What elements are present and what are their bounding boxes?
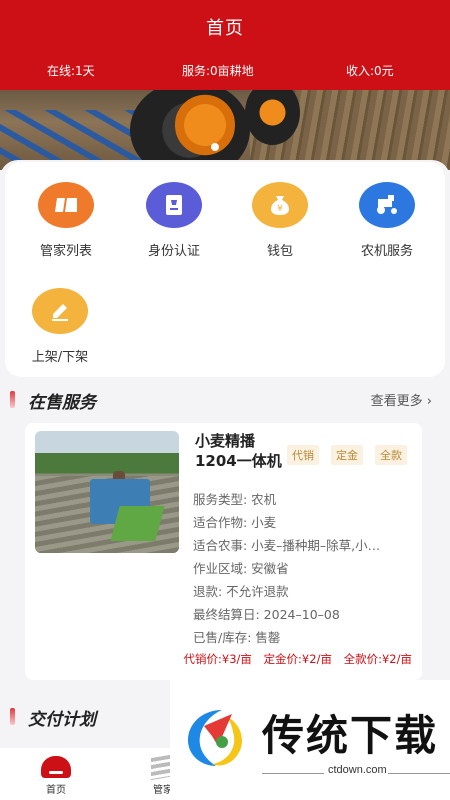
watermark-logo (188, 710, 242, 766)
product-service-type: 服务类型: 农机 (193, 492, 277, 507)
menu-item-identity[interactable]: 身份认证 (129, 182, 219, 259)
section-on-sale: 在售服务 查看更多 › (10, 388, 440, 413)
tag-deposit: 定金 (331, 445, 363, 465)
menu-label: 管家列表 (39, 244, 92, 259)
menu-label: 上架/下架 (31, 350, 89, 365)
price-full: 全款价:¥2/亩 (343, 652, 412, 666)
tractor-icon (359, 182, 415, 228)
section-title: 在售服务 (28, 393, 96, 413)
section-title: 交付计划 (28, 710, 96, 730)
tag-consign: 代销 (287, 445, 319, 465)
section-marker (10, 391, 15, 408)
app-header: 首页 在线:1天 服务:0亩耕地 收入:0元 (0, 0, 450, 92)
price-consign: 代销价:¥3/亩 (183, 652, 252, 666)
menu-item-farm-machine[interactable]: 农机服务 (342, 182, 432, 259)
watermark-divider (262, 773, 324, 774)
home-icon (41, 756, 71, 778)
nav-item-home[interactable]: 首页 (26, 756, 86, 796)
product-name: 小麦精播1204一体机 (195, 432, 282, 470)
banner-carousel[interactable] (0, 90, 450, 170)
tag-full-payment: 全款 (375, 445, 407, 465)
menu-item-wallet[interactable]: ¥ 钱包 (235, 182, 325, 259)
view-more-link[interactable]: 查看更多 › (371, 390, 432, 409)
product-settlement-date: 最终结算日: 2024–10–08 (193, 607, 340, 622)
section-marker (10, 708, 15, 725)
watermark-divider (388, 773, 450, 774)
carousel-indicator[interactable] (211, 143, 219, 151)
menu-label: 钱包 (266, 244, 293, 259)
product-prices: 代销价:¥3/亩 定金价:¥2/亩 全款价:¥2/亩 (176, 651, 412, 667)
stat-income: 收入:0元 (346, 64, 394, 78)
svg-text:¥: ¥ (277, 204, 283, 214)
product-crop: 适合作物: 小麦 (193, 515, 277, 530)
watermark-url: ctdown.com (328, 764, 387, 776)
product-refund: 退款: 不允许退款 (193, 584, 289, 599)
product-card[interactable]: 小麦精播1204一体机 代销 定金 全款 服务类型: 农机 适合作物: 小麦 适… (25, 423, 422, 680)
quick-menu: 管家列表 身份认证 ¥ 钱包 农机服务 上架/下架 (5, 162, 445, 377)
product-stock: 已售/库存: 售罄 (193, 630, 281, 645)
money-bag-icon: ¥ (252, 182, 308, 228)
page-title: 首页 (206, 18, 244, 39)
product-region: 作业区域: 安徽省 (193, 561, 289, 576)
nav-label: 首页 (46, 785, 66, 796)
edit-icon (32, 288, 88, 334)
stat-service: 服务:0亩耕地 (182, 64, 254, 78)
menu-label: 身份认证 (147, 244, 200, 259)
chevron-right-icon: › (426, 394, 432, 409)
product-farm-work: 适合农事: 小麦–播种期–除草,小… (193, 538, 381, 553)
id-badge-icon (146, 182, 202, 228)
menu-label: 农机服务 (360, 244, 413, 259)
stat-online: 在线:1天 (47, 64, 95, 78)
card-icon (38, 182, 94, 228)
view-more-label: 查看更多 (370, 394, 423, 409)
price-deposit: 定金价:¥2/亩 (263, 652, 332, 666)
product-image (35, 431, 179, 553)
menu-item-steward-list[interactable]: 管家列表 (21, 182, 111, 259)
menu-item-listing[interactable]: 上架/下架 (15, 288, 105, 365)
banner-tractor-rim (175, 90, 235, 160)
watermark: 传统下载 ctdown.com (170, 680, 450, 800)
watermark-title: 传统下载 (262, 711, 439, 760)
